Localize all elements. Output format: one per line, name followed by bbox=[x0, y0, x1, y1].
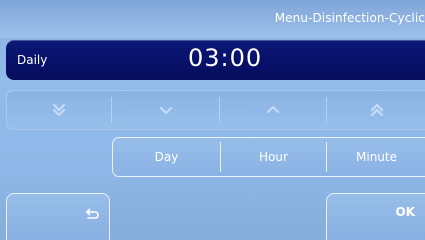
return-arrow-icon bbox=[84, 206, 100, 225]
increase-button[interactable] bbox=[220, 91, 326, 129]
fast-decrease-button[interactable] bbox=[7, 91, 111, 129]
parameter-value: 03:00 bbox=[188, 44, 263, 72]
ok-button[interactable]: OK bbox=[326, 193, 425, 240]
back-button[interactable] bbox=[6, 193, 110, 240]
chevron-down-icon bbox=[159, 105, 173, 115]
unit-selector: Day Hour Minute bbox=[112, 137, 425, 177]
minute-button[interactable]: Minute bbox=[327, 138, 425, 176]
chevron-up-icon bbox=[266, 105, 280, 115]
double-chevron-up-icon bbox=[370, 103, 384, 117]
ok-label: OK bbox=[395, 205, 416, 219]
adjust-button-row bbox=[6, 90, 425, 130]
day-button[interactable]: Day bbox=[113, 138, 220, 176]
screen-title: Menu-Disinfection-Cyclic bbox=[274, 11, 425, 25]
hour-button[interactable]: Hour bbox=[221, 138, 326, 176]
parameter-label: Daily bbox=[17, 53, 48, 67]
double-chevron-down-icon bbox=[52, 103, 66, 117]
decrease-button[interactable] bbox=[112, 91, 219, 129]
fast-increase-button[interactable] bbox=[327, 91, 425, 129]
title-bar: Menu-Disinfection-Cyclic bbox=[0, 0, 425, 38]
disinfection-cyclic-screen: Menu-Disinfection-Cyclic Daily 03:00 Day… bbox=[0, 0, 425, 240]
value-display-bar: Daily 03:00 bbox=[6, 40, 425, 80]
